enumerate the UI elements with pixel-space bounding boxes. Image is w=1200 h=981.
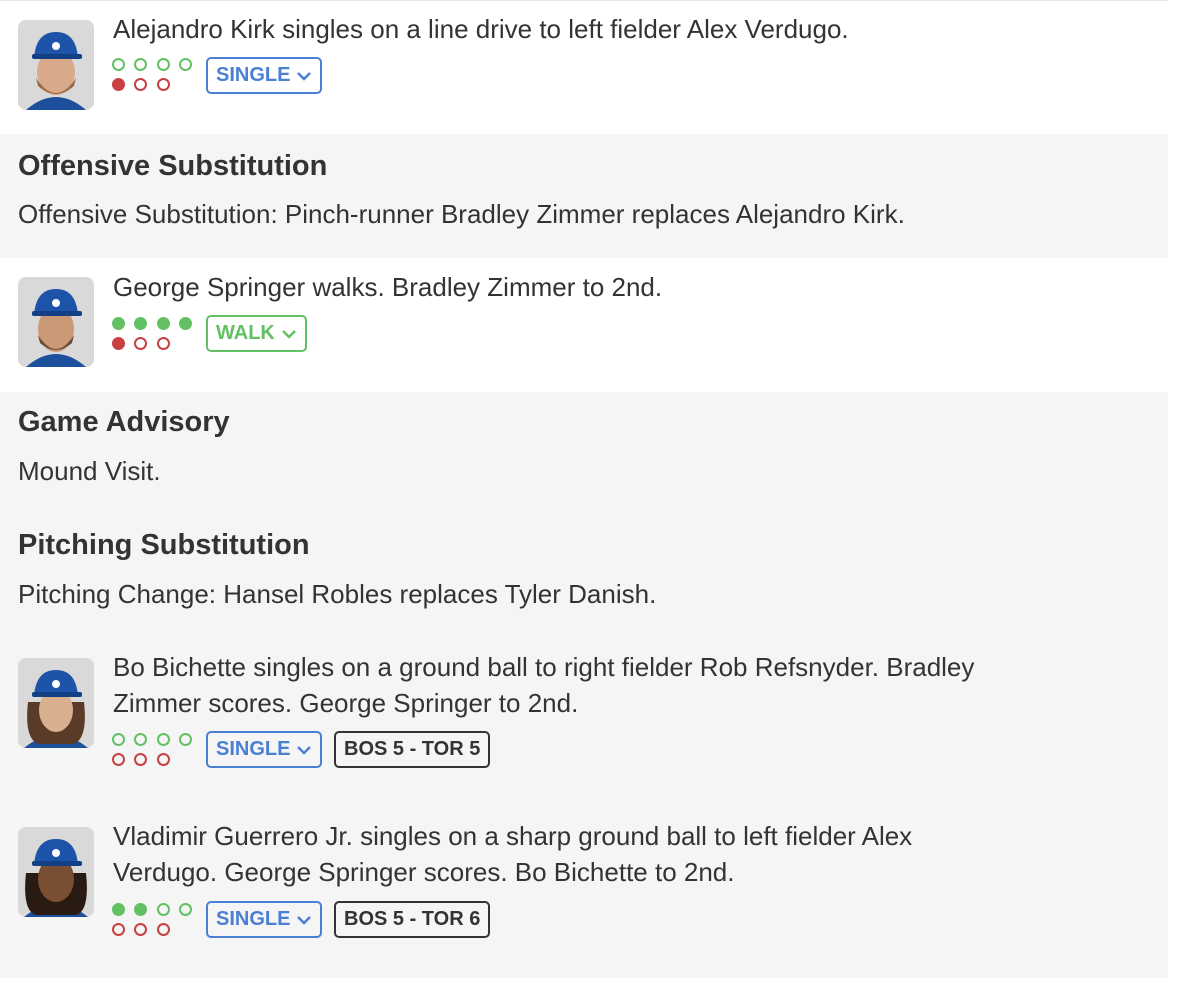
result-dropdown[interactable]: WALK (206, 315, 307, 352)
play-item: Alejandro Kirk singles on a line drive t… (0, 0, 1168, 134)
ball-indicator (134, 733, 147, 746)
ball-indicator (112, 58, 125, 71)
player-headshot-icon (18, 20, 94, 110)
play-description-line: Zimmer scores. George Springer to 2nd. (113, 688, 579, 718)
play-item: Vladimir Guerrero Jr. singles on a sharp… (0, 808, 1168, 978)
ball-indicator (134, 903, 147, 916)
play-description: Alejandro Kirk singles on a line drive t… (113, 14, 849, 44)
strike-indicator (134, 78, 147, 91)
chevron-down-icon (297, 71, 312, 81)
result-label: SINGLE (216, 908, 291, 930)
score-badge: BOS 5 - TOR 5 (334, 731, 491, 768)
ball-indicator (112, 903, 125, 916)
play-description-line: Vladimir Guerrero Jr. singles on a sharp… (113, 821, 913, 851)
player-headshot-icon (18, 277, 94, 367)
pitch-count (112, 317, 196, 357)
result-dropdown[interactable]: SINGLE (206, 57, 323, 94)
ball-indicator (179, 58, 192, 71)
event-group: Game Advisory Mound Visit. Pitching Subs… (0, 392, 1168, 638)
ball-indicator (112, 733, 125, 746)
ball-indicator (157, 317, 170, 330)
strike-indicator (112, 923, 125, 936)
ball-indicator (134, 58, 147, 71)
strike-indicator (134, 337, 147, 350)
result-dropdown[interactable]: SINGLE (206, 731, 323, 768)
chevron-down-icon (282, 329, 296, 339)
pitch-count (112, 58, 196, 98)
result-label: WALK (216, 322, 275, 344)
player-headshot-icon (18, 827, 94, 917)
ball-indicator (179, 733, 192, 746)
strike-indicator (157, 337, 170, 350)
strike-indicator (134, 753, 147, 766)
event-item: Offensive Substitution Offensive Substit… (0, 134, 1168, 258)
strike-indicator (112, 78, 125, 91)
ball-indicator (157, 903, 170, 916)
play-item: Bo Bichette singles on a ground ball to … (0, 638, 1168, 808)
strike-indicator (157, 923, 170, 936)
player-headshot-icon (18, 658, 94, 748)
strike-indicator (157, 78, 170, 91)
ball-indicator (134, 317, 147, 330)
event-description: Offensive Substitution: Pinch-runner Bra… (18, 199, 905, 229)
chevron-down-icon (297, 745, 312, 755)
result-dropdown[interactable]: SINGLE (206, 901, 323, 938)
play-description-line: Bo Bichette singles on a ground ball to … (113, 652, 975, 682)
event-title: Offensive Substitution (18, 150, 328, 182)
chevron-down-icon (297, 915, 312, 925)
score-badge: BOS 5 - TOR 6 (334, 901, 491, 938)
ball-indicator (157, 733, 170, 746)
strike-indicator (157, 753, 170, 766)
strike-indicator (134, 923, 147, 936)
play-item: George Springer walks. Bradley Zimmer to… (0, 258, 1168, 392)
ball-indicator (112, 317, 125, 330)
ball-indicator (179, 317, 192, 330)
event-title: Game Advisory (18, 406, 230, 438)
play-description: Vladimir Guerrero Jr. singles on a sharp… (113, 818, 1108, 890)
play-description: George Springer walks. Bradley Zimmer to… (113, 272, 663, 302)
play-description: Bo Bichette singles on a ground ball to … (113, 649, 1108, 721)
pitch-count (112, 903, 196, 943)
ball-indicator (157, 58, 170, 71)
result-label: SINGLE (216, 738, 291, 760)
result-label: SINGLE (216, 64, 291, 86)
strike-indicator (112, 753, 125, 766)
event-description: Pitching Change: Hansel Robles replaces … (18, 579, 657, 609)
play-description-line: Verdugo. George Springer scores. Bo Bich… (113, 857, 735, 887)
event-description: Mound Visit. (18, 456, 161, 486)
event-title: Pitching Substitution (18, 529, 310, 561)
pitch-count (112, 733, 196, 773)
strike-indicator (112, 337, 125, 350)
ball-indicator (179, 903, 192, 916)
